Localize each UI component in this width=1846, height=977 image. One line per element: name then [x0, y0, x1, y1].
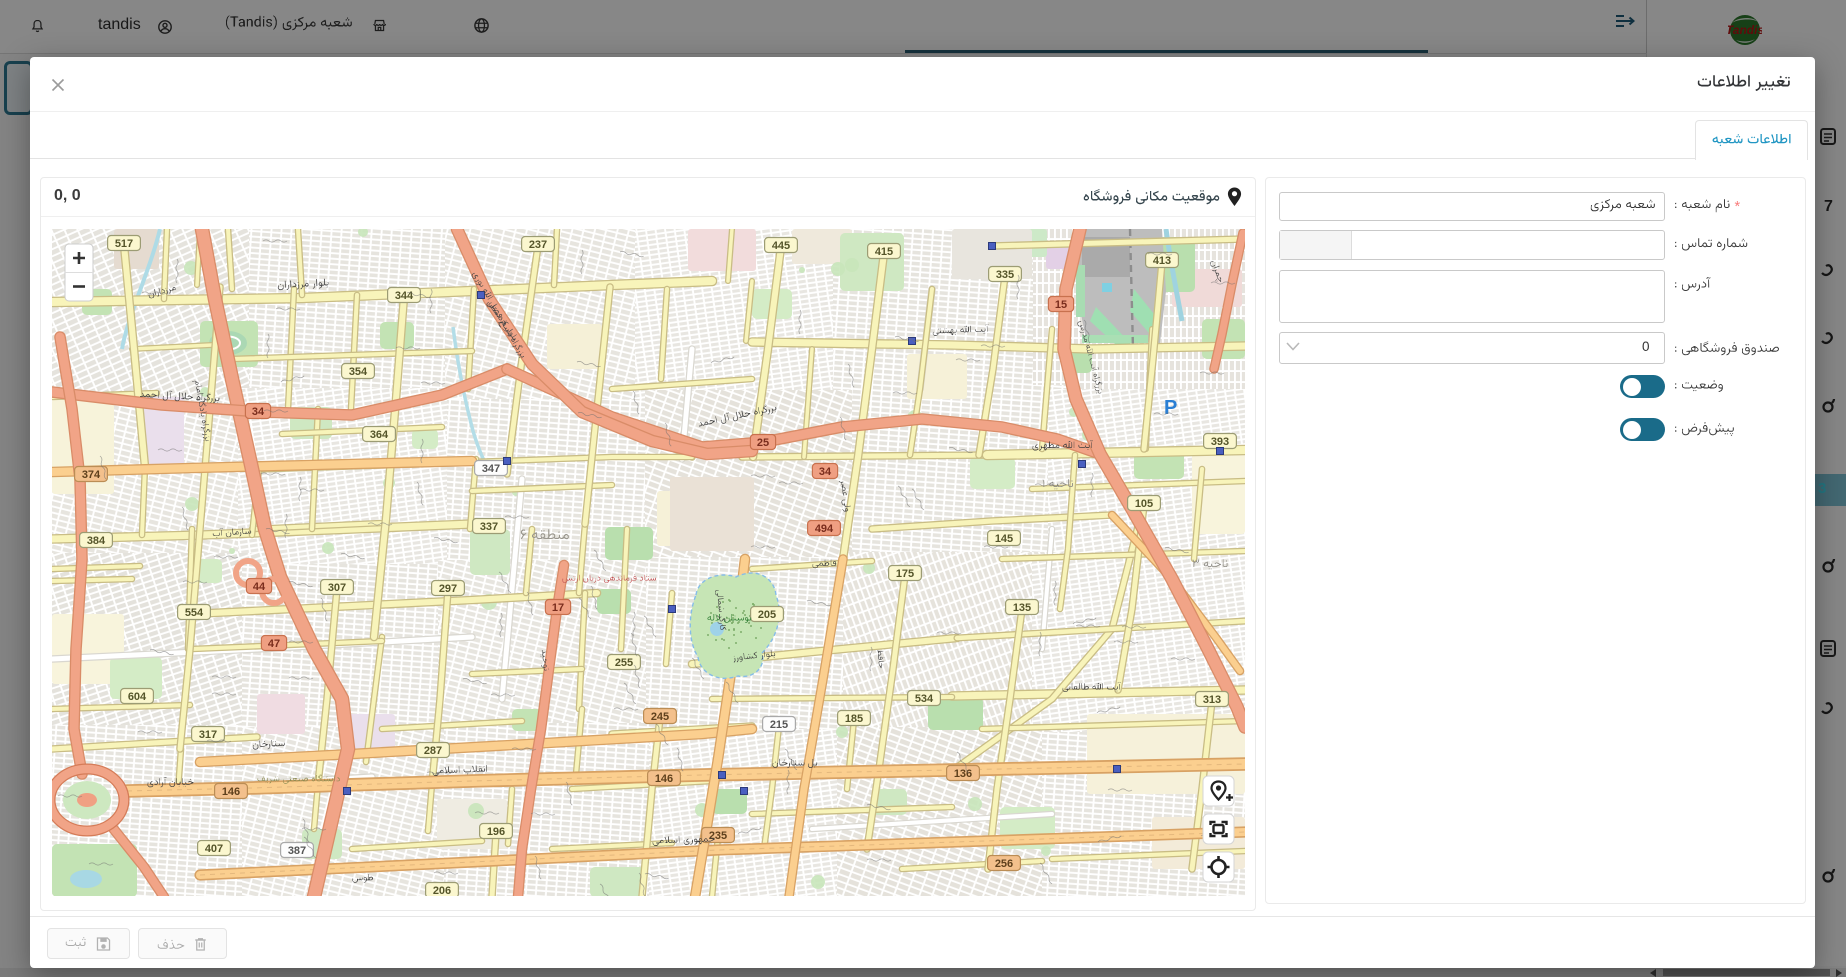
svg-text:554: 554 — [185, 607, 204, 619]
svg-text:337: 337 — [480, 521, 498, 533]
svg-text:307: 307 — [328, 582, 346, 594]
svg-text:374: 374 — [82, 469, 101, 481]
svg-text:44: 44 — [253, 581, 266, 593]
svg-text:387: 387 — [288, 845, 306, 857]
svg-text:255: 255 — [615, 657, 633, 669]
svg-text:517: 517 — [115, 238, 133, 250]
svg-text:494: 494 — [815, 523, 834, 535]
svg-text:P: P — [1164, 397, 1177, 419]
svg-text:445: 445 — [772, 240, 790, 252]
svg-text:413: 413 — [1153, 255, 1171, 267]
svg-text:196: 196 — [487, 826, 505, 838]
svg-text:135: 135 — [1013, 602, 1031, 614]
svg-text:354: 354 — [349, 366, 368, 378]
svg-text:344: 344 — [395, 290, 414, 302]
svg-text:185: 185 — [845, 713, 863, 725]
svg-text:287: 287 — [424, 745, 442, 757]
svg-text:534: 534 — [915, 693, 934, 705]
svg-text:335: 335 — [996, 269, 1014, 281]
svg-text:256: 256 — [995, 858, 1013, 870]
svg-text:15: 15 — [1055, 299, 1067, 311]
svg-text:384: 384 — [87, 535, 106, 547]
svg-text:25: 25 — [757, 437, 769, 449]
svg-text:235: 235 — [709, 830, 727, 842]
svg-text:364: 364 — [370, 429, 389, 441]
svg-text:245: 245 — [651, 711, 669, 723]
svg-text:215: 215 — [770, 719, 788, 731]
svg-text:136: 136 — [954, 768, 972, 780]
svg-text:17: 17 — [552, 602, 564, 614]
svg-text:175: 175 — [896, 568, 914, 580]
svg-text:205: 205 — [758, 609, 776, 621]
svg-text:393: 393 — [1211, 436, 1229, 448]
svg-text:146: 146 — [655, 773, 673, 785]
svg-text:145: 145 — [995, 533, 1013, 545]
svg-text:34: 34 — [819, 466, 832, 478]
svg-text:313: 313 — [1203, 694, 1221, 706]
svg-text:47: 47 — [268, 638, 280, 650]
svg-text:105: 105 — [1135, 498, 1153, 510]
svg-text:146: 146 — [222, 786, 240, 798]
svg-text:34: 34 — [252, 406, 265, 418]
svg-text:297: 297 — [439, 583, 457, 595]
svg-text:407: 407 — [205, 843, 223, 855]
svg-text:317: 317 — [199, 729, 217, 741]
svg-text:206: 206 — [433, 885, 451, 896]
svg-text:604: 604 — [128, 691, 147, 703]
svg-text:347: 347 — [482, 463, 500, 475]
svg-text:415: 415 — [875, 246, 893, 258]
svg-text:237: 237 — [529, 239, 547, 251]
